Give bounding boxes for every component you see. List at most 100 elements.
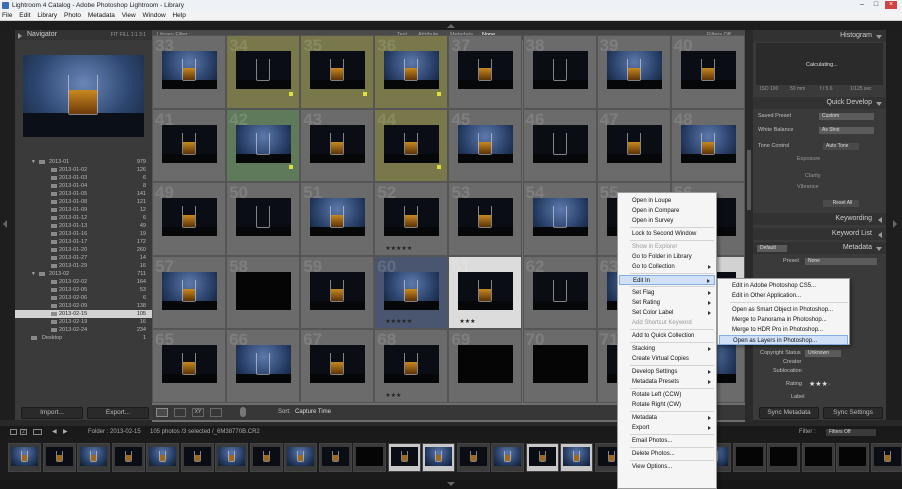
- folder-row[interactable]: Desktop 1: [15, 334, 152, 342]
- photo-thumbnail[interactable]: [384, 271, 440, 310]
- photo-thumbnail[interactable]: [236, 124, 292, 163]
- folder-row[interactable]: 2013-02-19 16: [15, 318, 152, 326]
- filmstrip-thumbnail[interactable]: [111, 443, 145, 472]
- sync-settings-button[interactable]: Sync Settings: [823, 407, 883, 419]
- disclosure-icon[interactable]: ▾: [32, 158, 35, 166]
- context-menu-item[interactable]: Lock to Second Window: [619, 229, 715, 239]
- context-menu-item[interactable]: Go to Collection: [619, 262, 715, 272]
- menu-metadata[interactable]: Metadata: [88, 12, 115, 19]
- grid-cell[interactable]: 62: [522, 255, 597, 329]
- folder-row[interactable]: 2013-01-02 126: [15, 166, 152, 174]
- panel-collapse-icon[interactable]: [18, 33, 22, 39]
- sync-metadata-button[interactable]: Sync Metadata: [759, 407, 819, 419]
- photo-thumbnail[interactable]: [532, 198, 588, 236]
- grid-cell[interactable]: 49: [152, 182, 227, 256]
- grid-cell[interactable]: 46: [522, 108, 597, 182]
- rating-stars[interactable]: ★★★·: [809, 380, 830, 389]
- grid-cell[interactable]: 53: [448, 182, 523, 256]
- photo-thumbnail[interactable]: [310, 51, 366, 89]
- folder-row[interactable]: 2013-02-05 53: [15, 286, 152, 294]
- submenu-item[interactable]: Edit in Other Application...: [719, 291, 848, 301]
- grid-cell[interactable]: 67: [300, 329, 375, 403]
- zoom-fill[interactable]: FILL: [119, 32, 129, 38]
- context-menu-item[interactable]: Set Flag: [619, 288, 715, 298]
- grid-cell[interactable]: 36: [374, 35, 449, 109]
- grid-cell[interactable]: 61 ★★★: [448, 255, 523, 329]
- forward-arrow-icon[interactable]: ▶: [63, 426, 68, 438]
- photo-thumbnail[interactable]: [236, 345, 292, 383]
- submenu-item[interactable]: Edit in Adobe Photoshop CS5...: [719, 281, 848, 291]
- import-button[interactable]: Import...: [21, 407, 83, 419]
- grid-cell[interactable]: 50: [226, 182, 301, 256]
- context-menu-item[interactable]: Metadata: [619, 413, 715, 423]
- survey-view-icon[interactable]: [210, 408, 222, 417]
- folder-row[interactable]: 2013-02-15 105: [15, 310, 152, 318]
- main-window-icon[interactable]: [10, 429, 17, 435]
- grid-cell[interactable]: 48: [670, 108, 745, 182]
- star-rating[interactable]: ★★★★★: [385, 245, 412, 252]
- panel-expand-icon[interactable]: [878, 217, 882, 223]
- grid-cell[interactable]: 60 ★★★★★: [374, 255, 449, 329]
- grid-cell[interactable]: 38: [522, 35, 597, 109]
- photo-thumbnail[interactable]: [458, 124, 514, 163]
- expand-bottom-panel-icon[interactable]: [447, 482, 455, 486]
- menu-help[interactable]: Help: [172, 12, 185, 19]
- context-menu-item[interactable]: Go to Folder in Library: [619, 252, 715, 262]
- menu-view[interactable]: View: [122, 12, 136, 19]
- context-menu-item[interactable]: Open in Loupe: [619, 196, 715, 206]
- folder-row[interactable]: 2013-01-13 49: [15, 222, 152, 230]
- folder-row[interactable]: 2013-01-20 260: [15, 246, 152, 254]
- module-strip-collapsed[interactable]: [0, 21, 902, 30]
- histogram-header[interactable]: Histogram: [753, 30, 886, 42]
- filmstrip-thumbnail[interactable]: [318, 443, 352, 472]
- keyword-list-header[interactable]: Keyword List: [753, 228, 886, 240]
- submenu-item[interactable]: Merge to Panorama in Photoshop...: [719, 315, 848, 325]
- filmstrip-thumbnail[interactable]: [422, 443, 455, 472]
- collapse-right-panel-icon[interactable]: [893, 220, 897, 228]
- grid-cell[interactable]: 65: [152, 329, 227, 403]
- grid-cell[interactable]: 45: [448, 108, 523, 182]
- zoom-1-1[interactable]: 1:1: [131, 32, 138, 38]
- filmstrip-thumbnail[interactable]: [387, 443, 421, 472]
- filmstrip-folder[interactable]: Folder : 2013-02-15: [88, 426, 141, 438]
- filmstrip-thumbnail[interactable]: [732, 443, 766, 472]
- filmstrip-filter-dropdown[interactable]: Filters Off: [826, 429, 876, 436]
- compare-view-icon[interactable]: XY: [192, 408, 204, 417]
- filmstrip-thumbnail[interactable]: [77, 443, 110, 472]
- grid-cell[interactable]: 34: [226, 35, 301, 109]
- filmstrip-thumbnail[interactable]: [284, 443, 317, 472]
- photo-thumbnail[interactable]: [532, 271, 588, 310]
- star-rating[interactable]: ★★★★★: [385, 318, 412, 325]
- context-menu-item[interactable]: Open in Survey: [619, 216, 715, 226]
- photo-thumbnail[interactable]: [458, 271, 514, 310]
- context-menu-item[interactable]: Open in Compare: [619, 206, 715, 216]
- grid-cell[interactable]: 68 ★★★: [374, 329, 449, 403]
- photo-thumbnail[interactable]: [458, 345, 514, 383]
- photo-thumbnail[interactable]: [236, 198, 292, 236]
- filmstrip-thumbnail[interactable]: [491, 443, 524, 472]
- grid-cell[interactable]: 47: [596, 108, 671, 182]
- photo-thumbnail[interactable]: [310, 124, 366, 163]
- grid-cell[interactable]: 44: [374, 108, 449, 182]
- photo-thumbnail[interactable]: [310, 271, 366, 310]
- grid-cell[interactable]: 42: [226, 108, 301, 182]
- copyright-status-dropdown[interactable]: Unknown: [805, 350, 841, 357]
- panel-collapse-icon[interactable]: [876, 102, 882, 106]
- grid-cell[interactable]: 52 ★★★★★: [374, 182, 449, 256]
- photo-thumbnail[interactable]: [606, 124, 662, 163]
- photo-thumbnail[interactable]: [310, 198, 366, 236]
- minimize-icon[interactable]: –: [856, 1, 868, 9]
- grid-cell[interactable]: 57: [152, 255, 227, 329]
- panel-collapse-icon[interactable]: [876, 35, 882, 39]
- photo-thumbnail[interactable]: [532, 124, 588, 163]
- context-menu-item[interactable]: Metadata Presets: [619, 377, 715, 387]
- reset-all-button[interactable]: Reset All: [823, 200, 859, 207]
- context-menu-item[interactable]: Rotate Right (CW): [619, 400, 715, 410]
- folder-row[interactable]: 2013-01-12 6: [15, 214, 152, 222]
- context-menu-item[interactable]: Export: [619, 423, 715, 433]
- white-balance-dropdown[interactable]: As Shot: [819, 127, 874, 134]
- context-menu-item[interactable]: Create Virtual Copies: [619, 354, 715, 364]
- filmstrip-thumbnail[interactable]: [801, 443, 835, 472]
- loupe-view-icon[interactable]: [174, 408, 186, 417]
- folder-row[interactable]: 2013-01-16 19: [15, 230, 152, 238]
